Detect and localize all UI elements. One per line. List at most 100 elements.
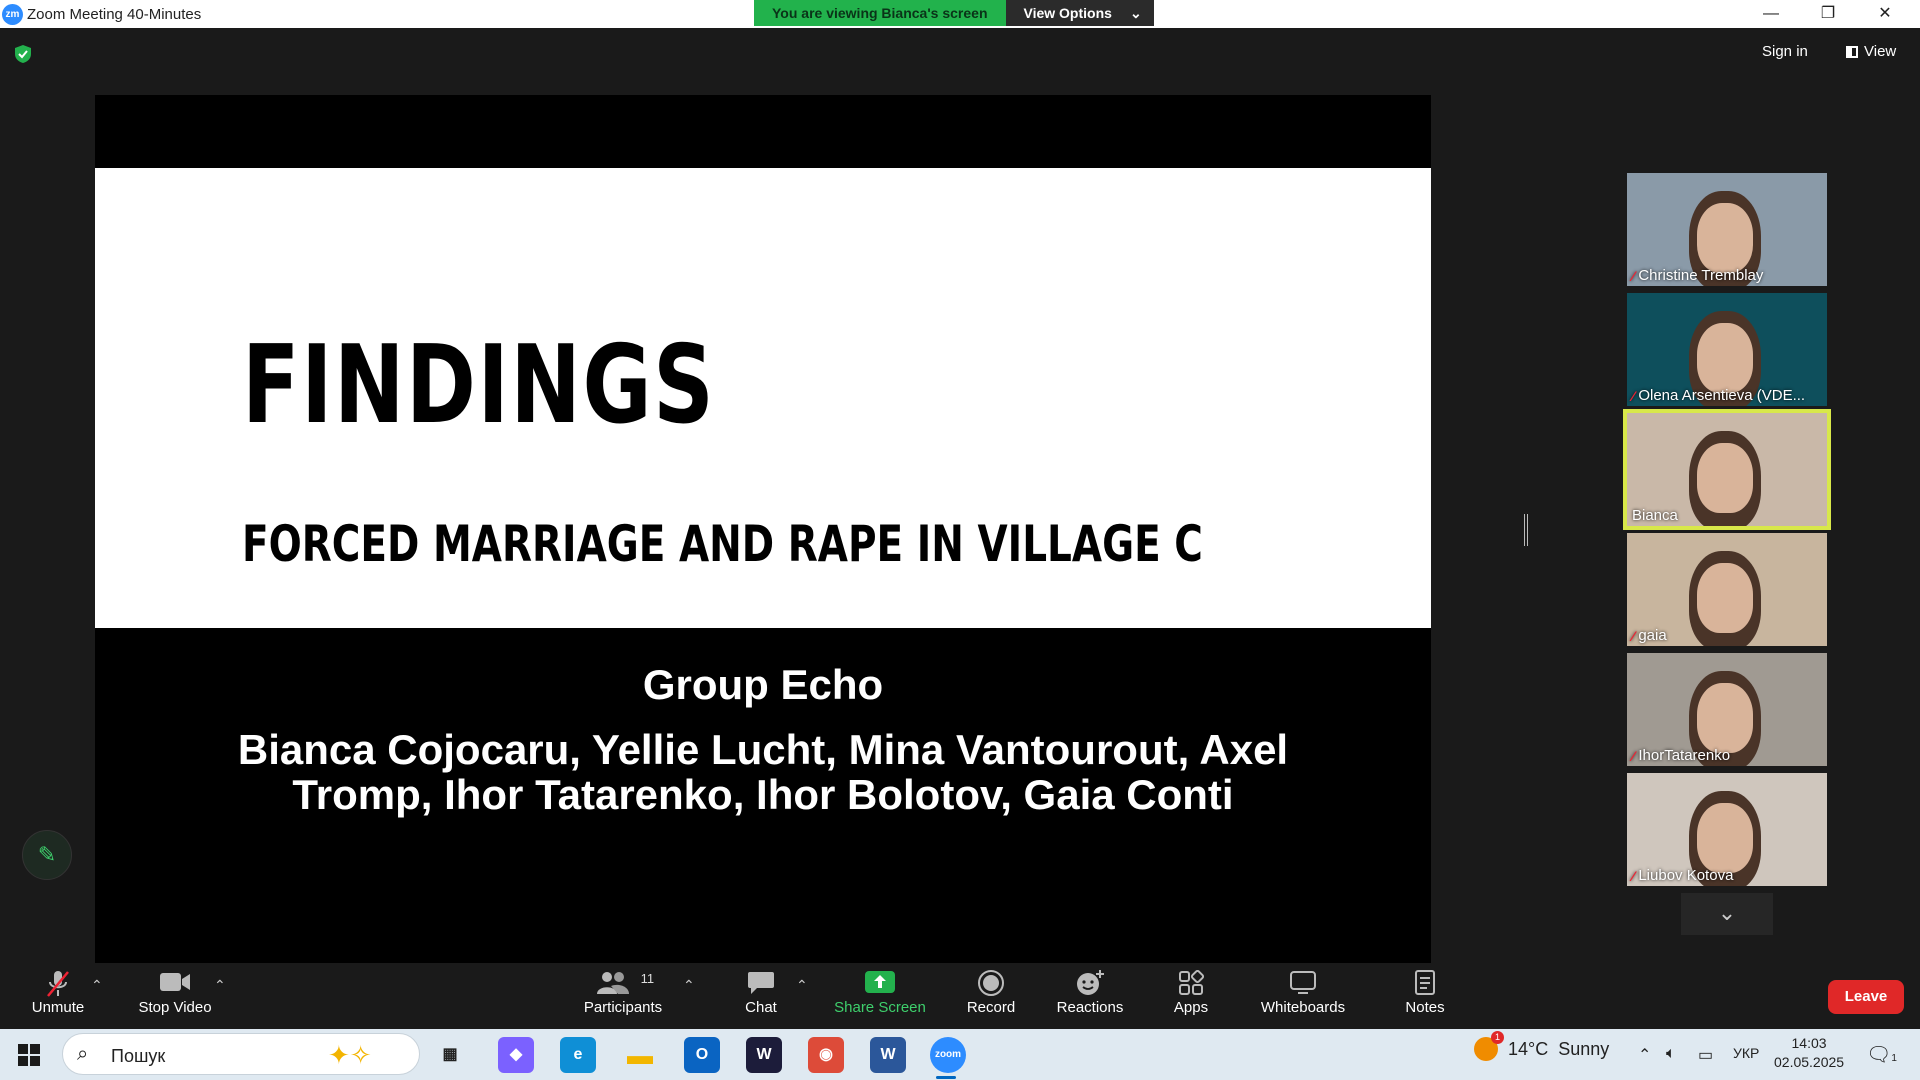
show-hidden-icons-icon[interactable]: ⌃: [1638, 1045, 1651, 1065]
windows-taskbar: ⌕ Пошук ✦✧ ▦ ◆ e ▬ O W ◉ Wzoom: [0, 1029, 1920, 1080]
microphone-muted-icon: ⁄: [1632, 867, 1635, 884]
record-button[interactable]: Record: [962, 963, 1020, 1029]
task-view-icon[interactable]: ▦: [432, 1037, 468, 1073]
stop-video-button[interactable]: Stop Video: [134, 963, 216, 1029]
outlook-icon[interactable]: O: [684, 1037, 720, 1073]
participant-name: Olena Arsentieva (VDE...: [1638, 387, 1806, 404]
slide-members: Bianca Cojocaru, Yellie Lucht, Mina Vant…: [237, 726, 1289, 818]
close-button[interactable]: ✕: [1857, 0, 1913, 28]
apps-label: Apps: [1173, 999, 1209, 1016]
weather-temperature: 14°C: [1508, 1038, 1549, 1059]
gallery-scroll-down-button[interactable]: ⌄: [1681, 893, 1773, 935]
zoom-icon[interactable]: zoom: [930, 1037, 966, 1073]
file-explorer-icon[interactable]: ▬: [622, 1037, 658, 1073]
view-options-button[interactable]: View Options ⌄: [1005, 0, 1154, 26]
battery-icon[interactable]: ▭: [1698, 1045, 1713, 1065]
sign-in-button[interactable]: Sign in: [1762, 43, 1808, 60]
microphone-muted-icon: ⁄: [1632, 627, 1635, 644]
notification-center-icon[interactable]: 🗨︎1: [1866, 1042, 1897, 1067]
annotate-pencil-icon[interactable]: ✎: [22, 830, 72, 880]
chat-options-caret[interactable]: ⌃: [796, 977, 808, 994]
whiteboard-icon: [1258, 963, 1348, 999]
participant-name: Bianca: [1632, 507, 1678, 524]
participant-name-tag: ⁄ IhorTatarenko: [1632, 747, 1730, 764]
slide-subtitle: FORCED MARRIAGE AND RAPE IN VILLAGE C: [241, 515, 1203, 573]
participants-options-caret[interactable]: ⌃: [683, 977, 695, 994]
notification-count: 1: [1891, 1053, 1897, 1064]
notes-icon: [1402, 963, 1448, 999]
video-camera-icon: [134, 963, 216, 999]
slide-group-name: Group Echo: [642, 661, 884, 708]
audio-options-caret[interactable]: ⌃: [91, 977, 103, 994]
microphone-muted-icon: ⁄: [1632, 387, 1635, 404]
windows-start-icon[interactable]: [18, 1044, 40, 1066]
view-options-label: View Options: [1023, 5, 1112, 21]
reactions-button[interactable]: Reactions: [1052, 963, 1128, 1029]
chrome-icon[interactable]: ◉: [808, 1037, 844, 1073]
copilot-sparkle-icon: ✦✧: [328, 1040, 372, 1070]
participant-name: gaia: [1638, 627, 1667, 644]
active-app-indicator: [936, 1076, 956, 1079]
copilot-icon[interactable]: ◆: [498, 1037, 534, 1073]
language-indicator[interactable]: УКР: [1733, 1045, 1759, 1061]
edge-icon[interactable]: e: [560, 1037, 596, 1073]
security-shield-icon[interactable]: [14, 44, 32, 64]
chevron-down-icon: ⌄: [1129, 5, 1142, 21]
apps-button[interactable]: Apps: [1172, 963, 1210, 1029]
reactions-label: Reactions: [1056, 999, 1124, 1016]
stop-video-label: Stop Video: [138, 999, 212, 1016]
search-icon: ⌕: [77, 1043, 89, 1065]
unmute-button[interactable]: Unmute: [22, 963, 94, 1029]
whiteboards-button[interactable]: Whiteboards: [1258, 963, 1348, 1029]
record-icon: [962, 963, 1020, 999]
share-banner: You are viewing Bianca's screen View Opt…: [754, 0, 1154, 26]
taskbar-clock[interactable]: 14:03 02.05.2025: [1774, 1034, 1844, 1072]
shared-screen[interactable]: FINDINGS FORCED MARRIAGE AND RAPE IN VIL…: [95, 95, 1431, 963]
view-grid-icon: [1846, 45, 1858, 58]
notes-button[interactable]: Notes: [1402, 963, 1448, 1029]
webex-icon[interactable]: W: [746, 1037, 782, 1073]
participant-name-tag: ⁄ Olena Arsentieva (VDE...: [1632, 387, 1805, 404]
participant-tile[interactable]: ⁄ IhorTatarenko: [1627, 653, 1827, 766]
video-options-caret[interactable]: ⌃: [214, 977, 226, 994]
participant-tile[interactable]: ⁄ gaia: [1627, 533, 1827, 646]
participants-label: Participants: [583, 999, 663, 1016]
participant-name-tag: ⁄ Liubov Kotova: [1632, 867, 1733, 884]
notes-label: Notes: [1405, 999, 1445, 1016]
taskbar-search[interactable]: ⌕ Пошук ✦✧: [62, 1033, 420, 1075]
participant-tile[interactable]: ⁄ Christine Tremblay: [1627, 173, 1827, 286]
participants-icon: 11: [580, 963, 666, 999]
panel-resize-handle[interactable]: [1524, 514, 1528, 546]
share-screen-icon: [834, 963, 926, 999]
microphone-muted-icon: ⁄: [1632, 747, 1635, 764]
chat-button[interactable]: Chat: [740, 963, 782, 1029]
leave-button[interactable]: Leave: [1828, 980, 1904, 1014]
whiteboards-label: Whiteboards: [1260, 999, 1346, 1016]
share-screen-button[interactable]: Share Screen: [834, 963, 926, 1029]
restore-button[interactable]: ❐: [1800, 0, 1856, 28]
participants-button[interactable]: 11 Participants: [580, 963, 666, 1029]
view-button[interactable]: View: [1846, 43, 1896, 60]
sunny-weather-icon: 1: [1474, 1031, 1504, 1061]
search-placeholder: Пошук: [111, 1046, 166, 1066]
participant-video: [1697, 203, 1753, 273]
participant-tile[interactable]: Bianca: [1623, 409, 1831, 530]
participant-tile[interactable]: ⁄ Liubov Kotova: [1627, 773, 1827, 886]
zoom-logo-icon: zm: [2, 4, 23, 25]
share-screen-label: Share Screen: [834, 999, 926, 1016]
weather-widget[interactable]: 1 14°C Sunny: [1474, 1031, 1609, 1061]
participant-tile[interactable]: ⁄ Olena Arsentieva (VDE...: [1627, 293, 1827, 406]
participant-name: Christine Tremblay: [1638, 267, 1764, 284]
participant-name-tag: ⁄ Christine Tremblay: [1632, 267, 1763, 284]
word-icon[interactable]: W: [870, 1037, 906, 1073]
participants-count: 11: [640, 971, 655, 986]
participant-name: Liubov Kotova: [1638, 867, 1734, 884]
participant-name-tag: Bianca: [1632, 507, 1678, 524]
meeting-toolbar: Unmute ⌃ Stop Video ⌃ 11 Participants ⌃ …: [0, 963, 1920, 1029]
participant-video: [1697, 563, 1753, 633]
microphone-muted-icon: [22, 963, 94, 999]
chat-label: Chat: [745, 999, 777, 1016]
minimize-button[interactable]: —: [1743, 0, 1799, 28]
speaker-icon[interactable]: 🔈︎: [1666, 1045, 1676, 1063]
smiley-reaction-icon: [1052, 963, 1128, 999]
